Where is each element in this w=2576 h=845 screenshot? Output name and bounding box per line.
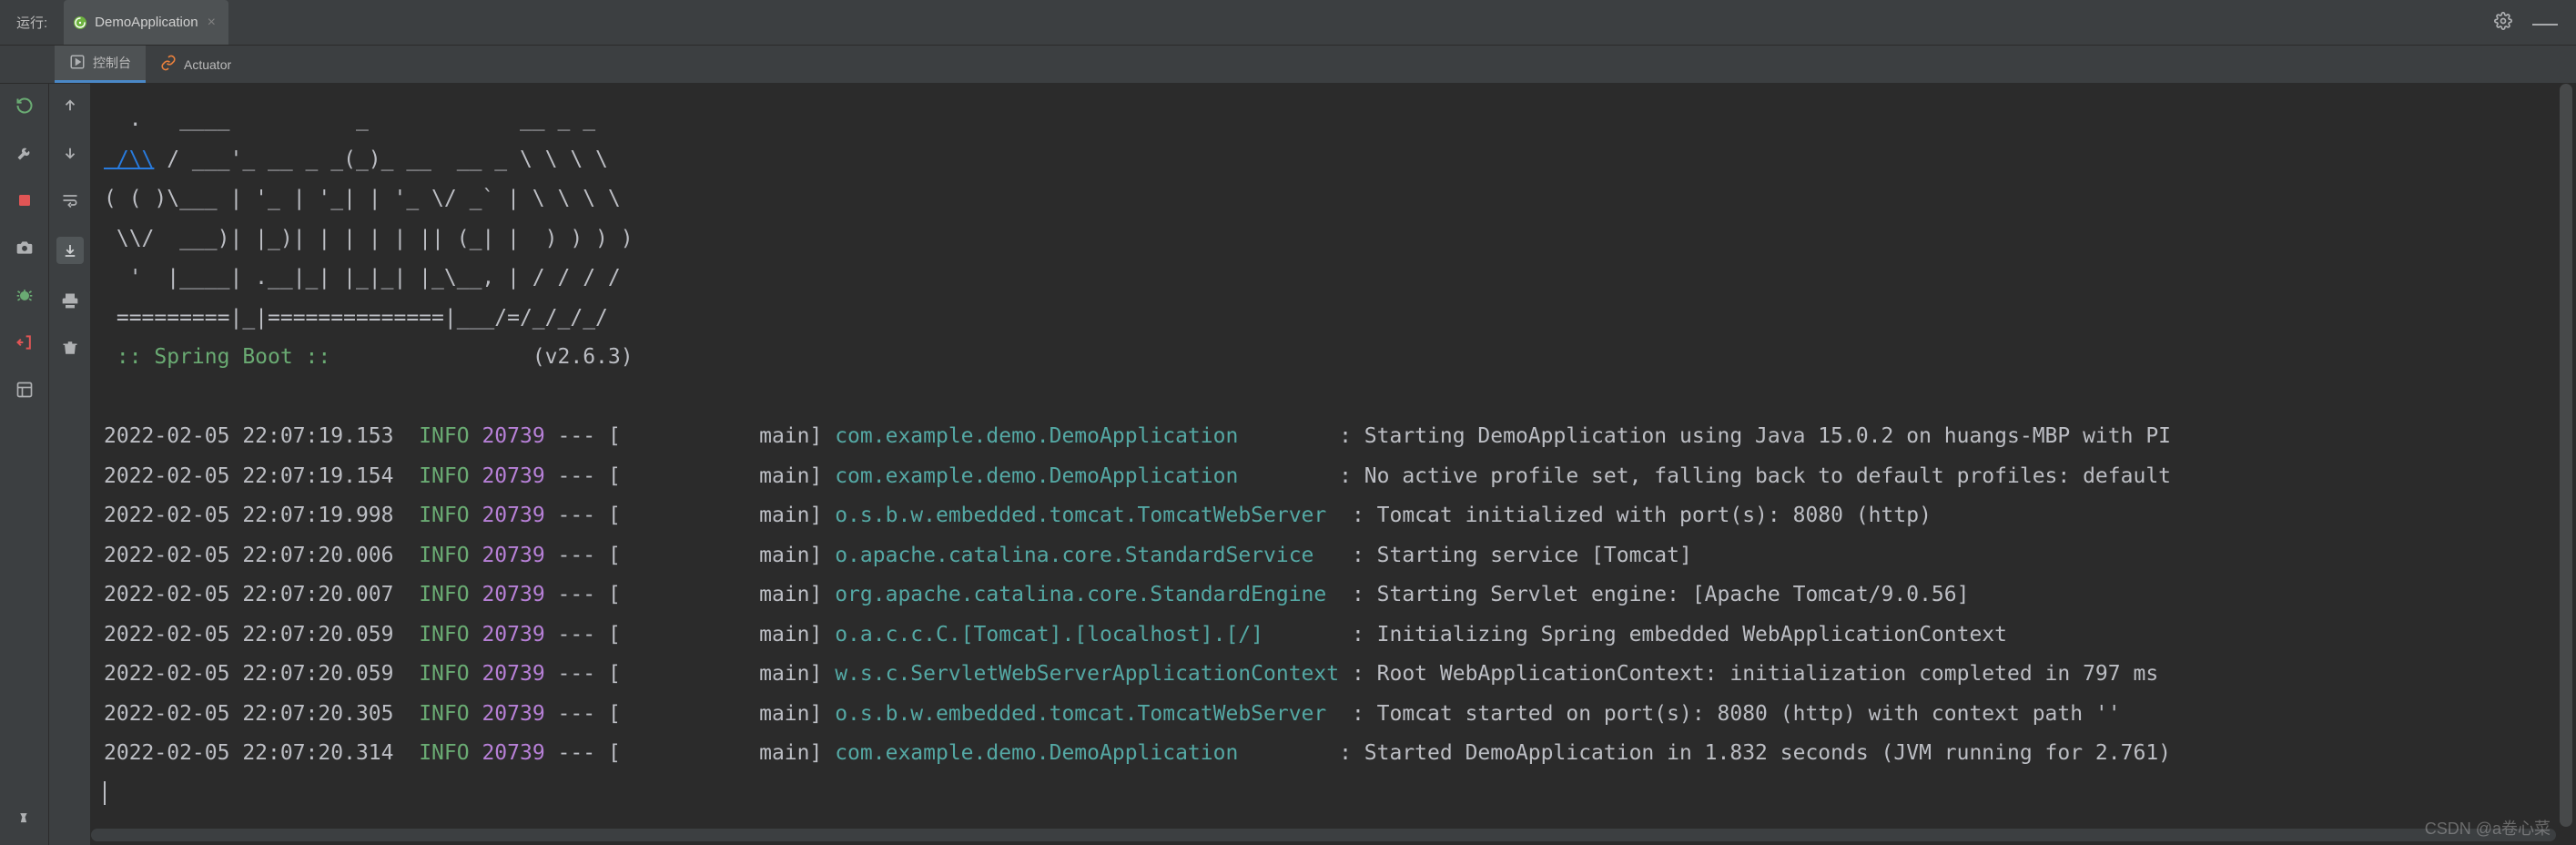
- console-output-wrap: . ____ _ __ _ _ /\\ / ___'_ __ _ _(_)_ _…: [91, 84, 2576, 845]
- left-gutter-2: [49, 84, 91, 845]
- pin-icon[interactable]: [14, 809, 35, 830]
- run-config-name: DemoApplication: [95, 15, 198, 30]
- trash-icon[interactable]: [59, 337, 81, 359]
- soft-wrap-icon[interactable]: [59, 189, 81, 211]
- stop-icon[interactable]: [14, 189, 35, 211]
- log-line: 2022-02-05 22:07:19.153 INFO 20739 --- […: [104, 417, 2576, 457]
- console-tabs: 控制台 Actuator: [0, 46, 2576, 84]
- banner-line: =========|_|==============|___/=/_/_/_/: [104, 299, 2576, 339]
- log-line: 2022-02-05 22:07:19.998 INFO 20739 --- […: [104, 496, 2576, 536]
- run-config-tab[interactable]: DemoApplication ×: [64, 0, 228, 45]
- banner-spring-boot: :: Spring Boot :: (v2.6.3): [104, 338, 2576, 378]
- gear-icon[interactable]: [2494, 12, 2512, 33]
- run-label: 运行:: [0, 13, 64, 32]
- left-gutter-1: [0, 84, 49, 845]
- arrow-up-icon[interactable]: [59, 95, 81, 117]
- tab-actuator-label: Actuator: [184, 57, 231, 72]
- camera-icon[interactable]: [14, 237, 35, 259]
- log-line: 2022-02-05 22:07:20.059 INFO 20739 --- […: [104, 655, 2576, 695]
- banner-line: ( ( )\___ | '_ | '_| | '_ \/ _` | \ \ \ …: [104, 179, 2576, 219]
- console-body-row: . ____ _ __ _ _ /\\ / ___'_ __ _ _(_)_ _…: [0, 84, 2576, 845]
- horizontal-scrollbar[interactable]: [91, 829, 2556, 841]
- banner-line: /\\ / ___'_ __ _ _(_)_ __ __ _ \ \ \ \: [104, 140, 2576, 180]
- link-icon: [160, 55, 177, 74]
- header-right-icons: —: [2494, 12, 2576, 33]
- console-output[interactable]: . ____ _ __ _ _ /\\ / ___'_ __ _ _(_)_ _…: [91, 84, 2576, 813]
- play-square-icon: [69, 54, 86, 73]
- log-line: 2022-02-05 22:07:20.007 INFO 20739 --- […: [104, 575, 2576, 616]
- log-line: 2022-02-05 22:07:20.305 INFO 20739 --- […: [104, 695, 2576, 735]
- banner-line: \\/ ___)| |_)| | | | | || (_| | ) ) ) ): [104, 219, 2576, 260]
- close-icon[interactable]: ×: [208, 15, 216, 31]
- watermark-text: CSDN @a卷心菜: [2425, 816, 2551, 840]
- log-line: 2022-02-05 22:07:20.006 INFO 20739 --- […: [104, 536, 2576, 576]
- bug-icon[interactable]: [14, 284, 35, 306]
- banner-line: ' |____| .__|_| |_|_| |_\__, | / / / /: [104, 259, 2576, 299]
- layout-icon[interactable]: [14, 379, 35, 401]
- log-line: 2022-02-05 22:07:20.314 INFO 20739 --- […: [104, 734, 2576, 774]
- log-line: 2022-02-05 22:07:20.059 INFO 20739 --- […: [104, 616, 2576, 656]
- wrench-icon[interactable]: [14, 142, 35, 164]
- rerun-icon[interactable]: [14, 95, 35, 117]
- tab-console[interactable]: 控制台: [55, 46, 146, 83]
- vertical-scrollbar[interactable]: [2560, 84, 2572, 827]
- exit-icon[interactable]: [14, 331, 35, 353]
- hide-icon[interactable]: —: [2532, 18, 2558, 27]
- blank-line: [104, 378, 2576, 418]
- run-tool-header: 运行: DemoApplication × —: [0, 0, 2576, 46]
- print-icon[interactable]: [59, 290, 81, 311]
- scroll-to-end-icon[interactable]: [56, 237, 84, 264]
- tab-console-label: 控制台: [93, 54, 131, 72]
- spring-boot-icon: [73, 15, 87, 30]
- arrow-down-icon[interactable]: [59, 142, 81, 164]
- banner-line: . ____ _ __ _ _: [104, 100, 2576, 140]
- tab-actuator[interactable]: Actuator: [146, 46, 246, 83]
- log-line: 2022-02-05 22:07:19.154 INFO 20739 --- […: [104, 457, 2576, 497]
- caret-line: [104, 774, 2576, 814]
